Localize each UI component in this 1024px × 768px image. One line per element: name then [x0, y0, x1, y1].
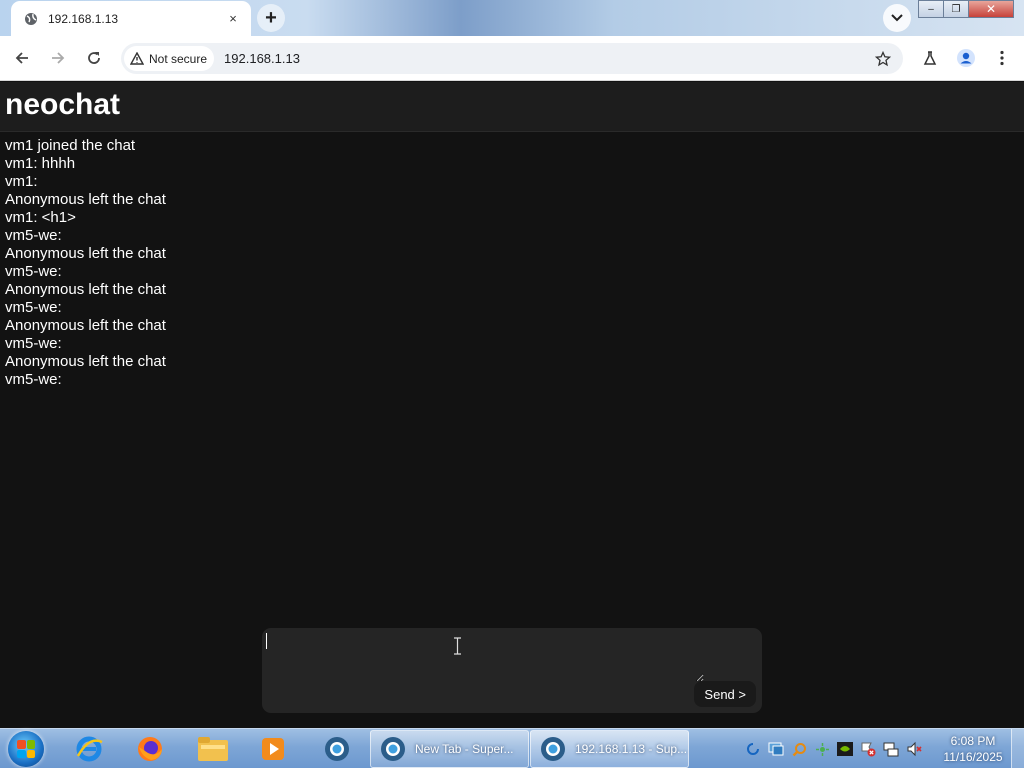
window-controls: – ❐ ✕: [918, 0, 1014, 20]
chat-message: vm5-we:: [5, 263, 66, 280]
browser-logo-icon: [541, 737, 565, 761]
chat-message: vm1 joined the chat: [5, 137, 136, 154]
search-icon[interactable]: [791, 741, 807, 757]
chat-message: Anonymous left the chat: [5, 281, 166, 298]
tab-search-button[interactable]: [883, 4, 911, 32]
task-label: 192.168.1.13 - Sup...: [575, 742, 688, 756]
chat-message: Anonymous left the chat: [5, 353, 166, 370]
internet-explorer-pin[interactable]: [71, 732, 107, 766]
media-player-pin[interactable]: [255, 732, 291, 766]
sync-icon[interactable]: [745, 741, 761, 757]
volume-muted-icon[interactable]: [906, 741, 922, 757]
reload-button[interactable]: [80, 44, 108, 72]
security-chip[interactable]: Not secure: [124, 46, 215, 71]
tab-title: 192.168.1.13: [48, 11, 119, 26]
firefox-pin[interactable]: [132, 732, 168, 766]
browser-toolbar: Not secure 192.168.1.13: [0, 36, 1024, 81]
avatar-icon: [957, 49, 975, 67]
ibeam-cursor-icon: [454, 637, 461, 655]
network-icon[interactable]: [883, 741, 899, 757]
media-player-icon: [262, 738, 284, 760]
star-icon: [874, 50, 891, 66]
message-composer: Send >: [262, 628, 762, 713]
chat-message: vm1:: [5, 173, 42, 190]
message-list: vm1 joined the chat vm1: hhhh vm1: Anony…: [5, 137, 605, 389]
browser-logo-icon: [325, 737, 349, 761]
nvidia-icon[interactable]: [837, 741, 853, 757]
message-input[interactable]: [266, 632, 704, 682]
windows-logo-icon: [17, 740, 35, 758]
page-header: neochat: [0, 82, 1024, 132]
chat-message: vm1: <h1>: [5, 209, 76, 226]
remote-desktop-icon[interactable]: [768, 741, 784, 757]
chat-message: vm5-we:: [5, 227, 66, 244]
flask-icon: [923, 51, 937, 65]
chat-message: vm5-we:: [5, 371, 66, 388]
chat-message: Anonymous left the chat: [5, 191, 166, 208]
warning-icon: [130, 52, 144, 65]
show-desktop-button[interactable]: [1011, 729, 1024, 768]
chat-message: vm5-we:: [5, 335, 66, 352]
chat-message: Anonymous left the chat: [5, 245, 166, 262]
chat-message: vm5-we:: [5, 299, 66, 316]
firefox-icon: [138, 737, 162, 761]
send-button[interactable]: Send >: [694, 681, 756, 707]
back-button[interactable]: [8, 44, 36, 72]
clock-date: 11/16/2025: [943, 750, 1003, 764]
labs-button[interactable]: [916, 44, 944, 72]
reload-icon: [88, 52, 100, 64]
chat-message: Anonymous left the chat: [5, 317, 166, 334]
system-clock[interactable]: 6:08 PM 11/16/2025: [936, 733, 1010, 765]
close-window-button[interactable]: ✕: [968, 0, 1014, 18]
system-tray: [745, 739, 922, 759]
taskbar-window-chat[interactable]: 192.168.1.13 - Sup...: [530, 730, 689, 768]
security-label: Not secure: [149, 51, 208, 66]
browser-tab[interactable]: 192.168.1.13 ×: [11, 1, 251, 36]
chat-message: vm1: hhhh: [5, 155, 76, 172]
taskbar-window-new-tab[interactable]: New Tab - Super...: [370, 730, 529, 768]
url-text[interactable]: 192.168.1.13: [224, 51, 300, 66]
chevron-down-icon: [891, 14, 903, 22]
browser-pin[interactable]: [319, 732, 355, 766]
text-caret: [266, 633, 267, 649]
minimize-button[interactable]: –: [918, 0, 944, 18]
internet-explorer-icon: [76, 736, 103, 762]
tab-strip: 192.168.1.13 × + – ❐ ✕: [0, 0, 1024, 36]
taskbar: New Tab - Super... 192.168.1.13 - Sup...…: [0, 728, 1024, 768]
folder-icon: [198, 737, 228, 761]
tab-close-icon[interactable]: ×: [225, 11, 241, 26]
kebab-menu-icon: [1000, 50, 1004, 66]
browser-logo-icon: [381, 737, 405, 761]
arrow-right-icon: [52, 52, 65, 64]
globe-icon: [24, 12, 38, 26]
network-tool-icon[interactable]: [814, 741, 830, 757]
clock-time: 6:08 PM: [950, 734, 996, 748]
address-bar[interactable]: Not secure 192.168.1.13: [121, 43, 903, 74]
flag-error-icon[interactable]: [860, 741, 876, 757]
file-explorer-pin[interactable]: [195, 732, 231, 766]
menu-button[interactable]: [988, 44, 1016, 72]
profile-button[interactable]: [952, 44, 980, 72]
new-tab-button[interactable]: +: [257, 4, 285, 32]
arrow-left-icon: [15, 52, 28, 64]
forward-button[interactable]: [44, 44, 72, 72]
app-title: neochat: [5, 88, 121, 121]
maximize-button[interactable]: ❐: [943, 0, 969, 18]
bookmark-button[interactable]: [870, 46, 895, 71]
start-button[interactable]: [8, 731, 44, 767]
task-label: New Tab - Super...: [415, 742, 514, 756]
